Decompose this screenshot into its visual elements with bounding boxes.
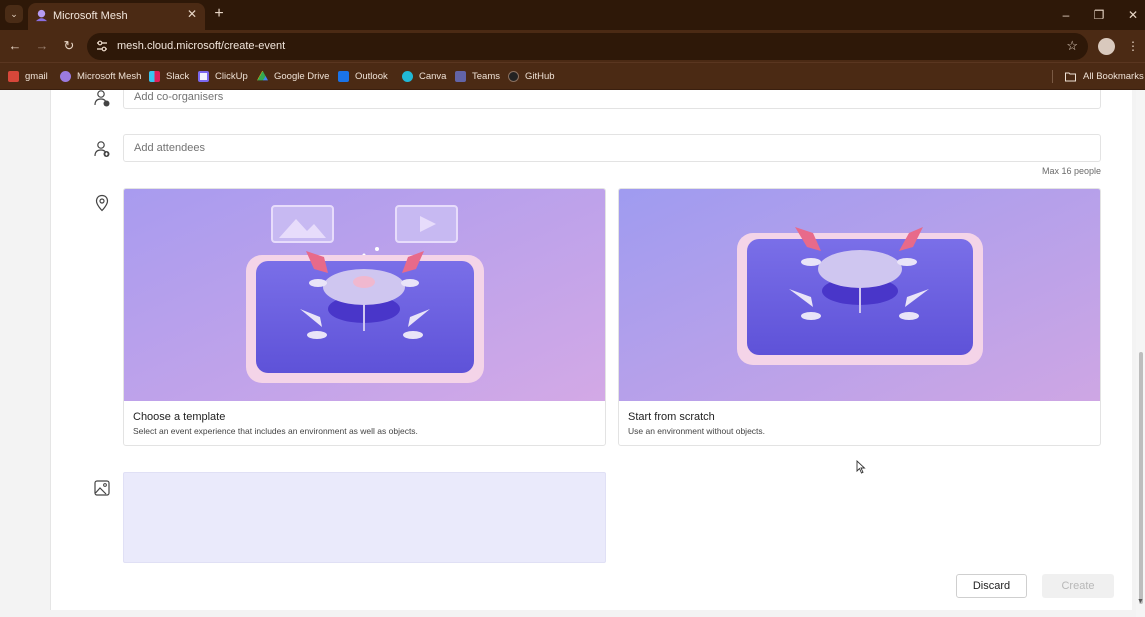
attendees-limit-hint: Max 16 people — [1041, 166, 1101, 176]
scroll-down-arrow-icon[interactable]: ▼ — [1137, 598, 1144, 605]
bookmark-label: ClickUp — [215, 70, 248, 82]
event-image-upload-area[interactable] — [123, 472, 606, 563]
bookmark-label: gmail — [25, 70, 48, 82]
mesh-icon — [35, 9, 48, 22]
tab-strip: ⌄ Microsoft Mesh ✕ + – ❐ ✕ — [0, 0, 1145, 30]
attendee-icon — [94, 141, 110, 157]
forward-arrow-icon[interactable]: → — [33, 37, 51, 55]
tab-title: Microsoft Mesh — [53, 10, 128, 22]
address-bar[interactable]: mesh.cloud.microsoft/create-event ☆ — [87, 33, 1088, 60]
bookmark-label: Google Drive — [274, 70, 330, 82]
bookmark-label: GitHub — [525, 70, 555, 82]
attendees-placeholder: Add attendees — [134, 142, 205, 154]
scratch-preview-image — [619, 189, 1100, 401]
template-card-title: Choose a template — [133, 411, 226, 423]
tab-search-button[interactable]: ⌄ — [5, 5, 23, 23]
canva-icon — [402, 70, 413, 82]
bookmark-microsoft-mesh[interactable]: Microsoft Mesh — [60, 69, 141, 83]
restore-button[interactable]: ❐ — [1090, 6, 1108, 24]
bookmark-slack[interactable]: Slack — [149, 69, 189, 83]
start-from-scratch-card[interactable]: Start from scratch Use an environment wi… — [618, 188, 1101, 446]
discard-button[interactable]: Discard — [956, 574, 1027, 598]
mouse-cursor-icon — [856, 460, 866, 474]
reload-icon[interactable]: ↻ — [60, 37, 78, 55]
choose-template-card[interactable]: Choose a template Select an event experi… — [123, 188, 606, 446]
co-organisers-input[interactable]: Add co-organisers — [123, 90, 1101, 109]
template-preview-image — [124, 189, 605, 401]
bookmark-label: Teams — [472, 70, 500, 82]
slack-icon — [149, 70, 160, 82]
page-scrollbar[interactable]: ▼ — [1136, 90, 1145, 617]
bookmark-label: Outlook — [355, 70, 388, 82]
all-bookmarks-button[interactable]: All Bookmarks — [1064, 69, 1144, 83]
back-arrow-icon[interactable]: ← — [6, 37, 24, 55]
gmail-icon — [8, 70, 19, 82]
mesh-icon — [60, 70, 71, 82]
create-button[interactable]: Create — [1042, 574, 1114, 598]
bookmark-teams[interactable]: Teams — [455, 69, 500, 83]
template-card-description: Select an event experience that includes… — [133, 426, 418, 436]
profile-avatar[interactable] — [1098, 38, 1115, 55]
teams-icon — [455, 70, 466, 82]
scrollbar-thumb[interactable] — [1139, 352, 1143, 604]
attendees-input[interactable]: Add attendees — [123, 134, 1101, 162]
close-tab-icon[interactable]: ✕ — [185, 7, 199, 21]
outlook-icon — [338, 70, 349, 82]
bookmarks-bar: gmail Microsoft Mesh Slack ClickUp Googl… — [0, 62, 1145, 89]
drive-icon — [257, 70, 268, 81]
browser-tab-active[interactable]: Microsoft Mesh ✕ — [28, 3, 205, 30]
co-organiser-icon — [94, 90, 110, 107]
bookmark-google-drive[interactable]: Google Drive — [257, 69, 329, 83]
close-window-button[interactable]: ✕ — [1124, 6, 1142, 24]
folder-icon — [1065, 72, 1076, 81]
more-menu-icon[interactable]: ⋮ — [1127, 38, 1139, 55]
browser-toolbar: ← → ↻ mesh.cloud.microsoft/create-event … — [0, 30, 1145, 62]
bookmark-outlook[interactable]: Outlook — [338, 69, 388, 83]
minimize-button[interactable]: – — [1057, 6, 1075, 24]
site-info-icon[interactable] — [95, 39, 109, 53]
bookmark-label: Microsoft Mesh — [77, 70, 142, 82]
image-icon — [94, 480, 110, 496]
bookmarks-divider — [1052, 70, 1053, 83]
url-text: mesh.cloud.microsoft/create-event — [117, 40, 286, 52]
bookmark-gmail[interactable]: gmail — [8, 69, 48, 83]
bookmark-label: Canva — [419, 70, 447, 82]
location-pin-icon — [95, 194, 109, 212]
bookmark-clickup[interactable]: ClickUp — [198, 69, 248, 83]
clickup-icon — [198, 70, 209, 82]
all-bookmarks-label: All Bookmarks — [1083, 70, 1144, 82]
bookmark-canva[interactable]: Canva — [402, 69, 446, 83]
scratch-card-description: Use an environment without objects. — [628, 426, 766, 436]
bookmark-github[interactable]: GitHub — [508, 69, 555, 83]
co-organisers-placeholder: Add co-organisers — [134, 91, 224, 103]
scratch-card-title: Start from scratch — [628, 411, 715, 423]
bookmark-label: Slack — [166, 70, 190, 82]
github-icon — [508, 70, 519, 82]
create-event-page: Add co-organisers Add attendees Max 16 p… — [0, 90, 1145, 617]
new-tab-button[interactable]: + — [210, 5, 228, 23]
bookmark-star-icon[interactable]: ☆ — [1066, 38, 1078, 54]
